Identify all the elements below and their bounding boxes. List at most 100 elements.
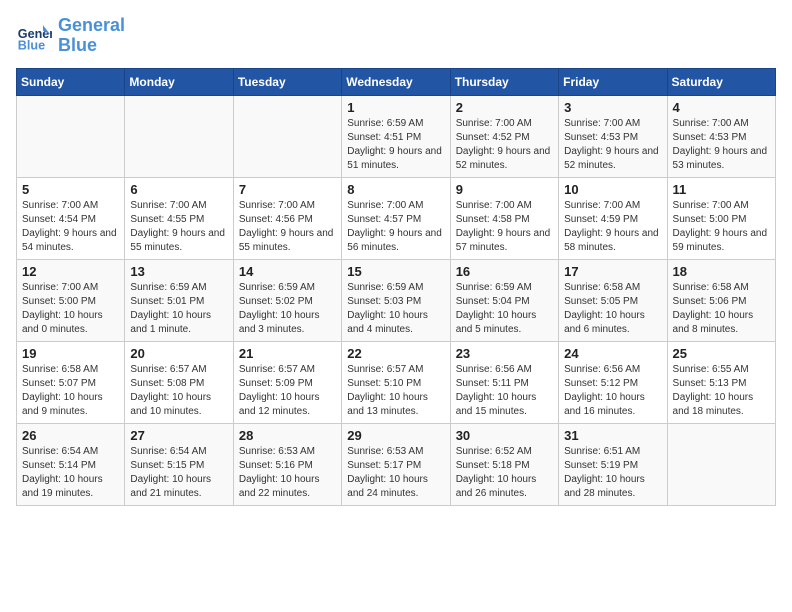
day-number: 20 — [130, 346, 227, 361]
dow-header-monday: Monday — [125, 68, 233, 95]
day-info: Sunrise: 6:58 AM Sunset: 5:06 PM Dayligh… — [673, 281, 770, 337]
day-number: 2 — [456, 100, 553, 115]
logo: General Blue GeneralBlue — [16, 16, 125, 56]
dow-header-wednesday: Wednesday — [342, 68, 450, 95]
calendar-cell: 25 Sunrise: 6:55 AM Sunset: 5:13 PM Dayli… — [667, 341, 775, 423]
day-number: 27 — [130, 428, 227, 443]
day-info: Sunrise: 6:59 AM Sunset: 5:03 PM Dayligh… — [347, 281, 444, 337]
day-number: 11 — [673, 182, 770, 197]
day-info: Sunrise: 6:53 AM Sunset: 5:16 PM Dayligh… — [239, 445, 336, 501]
day-info: Sunrise: 7:00 AM Sunset: 4:56 PM Dayligh… — [239, 199, 336, 255]
day-number: 1 — [347, 100, 444, 115]
day-info: Sunrise: 6:55 AM Sunset: 5:13 PM Dayligh… — [673, 363, 770, 419]
day-number: 8 — [347, 182, 444, 197]
day-info: Sunrise: 6:59 AM Sunset: 5:04 PM Dayligh… — [456, 281, 553, 337]
calendar-cell: 20 Sunrise: 6:57 AM Sunset: 5:08 PM Dayli… — [125, 341, 233, 423]
day-info: Sunrise: 6:58 AM Sunset: 5:05 PM Dayligh… — [564, 281, 661, 337]
day-of-week-row: SundayMondayTuesdayWednesdayThursdayFrid… — [17, 68, 776, 95]
day-info: Sunrise: 7:00 AM Sunset: 4:53 PM Dayligh… — [564, 117, 661, 173]
day-info: Sunrise: 7:00 AM Sunset: 4:54 PM Dayligh… — [22, 199, 119, 255]
week-row-4: 19 Sunrise: 6:58 AM Sunset: 5:07 PM Dayli… — [17, 341, 776, 423]
calendar-cell: 4Sunrise: 7:00 AM Sunset: 4:53 PM Daylig… — [667, 95, 775, 177]
calendar-cell: 22Sunrise: 6:57 AM Sunset: 5:10 PM Dayli… — [342, 341, 450, 423]
day-number: 24 — [564, 346, 661, 361]
day-number: 30 — [456, 428, 553, 443]
calendar-cell — [233, 95, 341, 177]
day-number: 26 — [22, 428, 119, 443]
dow-header-friday: Friday — [559, 68, 667, 95]
calendar-body: 1 Sunrise: 6:59 AM Sunset: 4:51 PM Daylig… — [17, 95, 776, 505]
day-number: 29 — [347, 428, 444, 443]
day-number: 12 — [22, 264, 119, 279]
calendar-cell: 18 Sunrise: 6:58 AM Sunset: 5:06 PM Dayli… — [667, 259, 775, 341]
calendar-table: SundayMondayTuesdayWednesdayThursdayFrid… — [16, 68, 776, 506]
day-number: 13 — [130, 264, 227, 279]
calendar-cell: 2Sunrise: 7:00 AM Sunset: 4:52 PM Daylig… — [450, 95, 558, 177]
page-header: General Blue GeneralBlue — [16, 16, 776, 56]
calendar-cell: 24 Sunrise: 6:56 AM Sunset: 5:12 PM Dayli… — [559, 341, 667, 423]
calendar-cell: 3 Sunrise: 7:00 AM Sunset: 4:53 PM Daylig… — [559, 95, 667, 177]
day-number: 28 — [239, 428, 336, 443]
dow-header-saturday: Saturday — [667, 68, 775, 95]
calendar-cell: 10 Sunrise: 7:00 AM Sunset: 4:59 PM Dayli… — [559, 177, 667, 259]
day-info: Sunrise: 7:00 AM Sunset: 4:55 PM Dayligh… — [130, 199, 227, 255]
week-row-2: 5 Sunrise: 7:00 AM Sunset: 4:54 PM Daylig… — [17, 177, 776, 259]
day-number: 10 — [564, 182, 661, 197]
day-number: 23 — [456, 346, 553, 361]
calendar-cell — [667, 423, 775, 505]
day-info: Sunrise: 6:54 AM Sunset: 5:14 PM Dayligh… — [22, 445, 119, 501]
day-number: 15 — [347, 264, 444, 279]
day-info: Sunrise: 7:00 AM Sunset: 5:00 PM Dayligh… — [22, 281, 119, 337]
calendar-cell: 9Sunrise: 7:00 AM Sunset: 4:58 PM Daylig… — [450, 177, 558, 259]
calendar-cell: 30Sunrise: 6:52 AM Sunset: 5:18 PM Dayli… — [450, 423, 558, 505]
calendar-cell: 23 Sunrise: 6:56 AM Sunset: 5:11 PM Dayli… — [450, 341, 558, 423]
day-info: Sunrise: 6:57 AM Sunset: 5:10 PM Dayligh… — [347, 363, 444, 419]
calendar-cell — [125, 95, 233, 177]
day-info: Sunrise: 7:00 AM Sunset: 4:58 PM Dayligh… — [456, 199, 553, 255]
day-number: 18 — [673, 264, 770, 279]
day-number: 3 — [564, 100, 661, 115]
day-number: 16 — [456, 264, 553, 279]
day-info: Sunrise: 6:59 AM Sunset: 4:51 PM Dayligh… — [347, 117, 444, 173]
calendar-cell: 16 Sunrise: 6:59 AM Sunset: 5:04 PM Dayli… — [450, 259, 558, 341]
logo-icon: General Blue — [16, 18, 52, 54]
calendar-cell: 28 Sunrise: 6:53 AM Sunset: 5:16 PM Dayli… — [233, 423, 341, 505]
day-info: Sunrise: 6:56 AM Sunset: 5:12 PM Dayligh… — [564, 363, 661, 419]
day-number: 31 — [564, 428, 661, 443]
week-row-5: 26 Sunrise: 6:54 AM Sunset: 5:14 PM Dayli… — [17, 423, 776, 505]
calendar-cell: 12 Sunrise: 7:00 AM Sunset: 5:00 PM Dayli… — [17, 259, 125, 341]
svg-text:Blue: Blue — [18, 38, 45, 52]
calendar-cell: 5 Sunrise: 7:00 AM Sunset: 4:54 PM Daylig… — [17, 177, 125, 259]
day-number: 6 — [130, 182, 227, 197]
day-info: Sunrise: 7:00 AM Sunset: 4:57 PM Dayligh… — [347, 199, 444, 255]
calendar-cell: 15 Sunrise: 6:59 AM Sunset: 5:03 PM Dayli… — [342, 259, 450, 341]
calendar-cell: 8 Sunrise: 7:00 AM Sunset: 4:57 PM Daylig… — [342, 177, 450, 259]
day-info: Sunrise: 6:56 AM Sunset: 5:11 PM Dayligh… — [456, 363, 553, 419]
day-info: Sunrise: 7:00 AM Sunset: 4:59 PM Dayligh… — [564, 199, 661, 255]
day-info: Sunrise: 6:53 AM Sunset: 5:17 PM Dayligh… — [347, 445, 444, 501]
calendar-cell: 29 Sunrise: 6:53 AM Sunset: 5:17 PM Dayli… — [342, 423, 450, 505]
calendar-cell — [17, 95, 125, 177]
day-number: 14 — [239, 264, 336, 279]
day-number: 19 — [22, 346, 119, 361]
calendar-cell: 17 Sunrise: 6:58 AM Sunset: 5:05 PM Dayli… — [559, 259, 667, 341]
day-number: 17 — [564, 264, 661, 279]
day-number: 21 — [239, 346, 336, 361]
calendar-cell: 19 Sunrise: 6:58 AM Sunset: 5:07 PM Dayli… — [17, 341, 125, 423]
week-row-3: 12 Sunrise: 7:00 AM Sunset: 5:00 PM Dayli… — [17, 259, 776, 341]
dow-header-thursday: Thursday — [450, 68, 558, 95]
calendar-cell: 31Sunrise: 6:51 AM Sunset: 5:19 PM Dayli… — [559, 423, 667, 505]
dow-header-tuesday: Tuesday — [233, 68, 341, 95]
calendar-cell: 27 Sunrise: 6:54 AM Sunset: 5:15 PM Dayli… — [125, 423, 233, 505]
day-number: 5 — [22, 182, 119, 197]
day-info: Sunrise: 7:00 AM Sunset: 4:53 PM Dayligh… — [673, 117, 770, 173]
day-number: 25 — [673, 346, 770, 361]
day-info: Sunrise: 6:58 AM Sunset: 5:07 PM Dayligh… — [22, 363, 119, 419]
week-row-1: 1 Sunrise: 6:59 AM Sunset: 4:51 PM Daylig… — [17, 95, 776, 177]
calendar-cell: 14 Sunrise: 6:59 AM Sunset: 5:02 PM Dayli… — [233, 259, 341, 341]
day-info: Sunrise: 6:59 AM Sunset: 5:02 PM Dayligh… — [239, 281, 336, 337]
day-info: Sunrise: 6:57 AM Sunset: 5:08 PM Dayligh… — [130, 363, 227, 419]
calendar-cell: 26 Sunrise: 6:54 AM Sunset: 5:14 PM Dayli… — [17, 423, 125, 505]
day-info: Sunrise: 6:54 AM Sunset: 5:15 PM Dayligh… — [130, 445, 227, 501]
day-info: Sunrise: 6:57 AM Sunset: 5:09 PM Dayligh… — [239, 363, 336, 419]
